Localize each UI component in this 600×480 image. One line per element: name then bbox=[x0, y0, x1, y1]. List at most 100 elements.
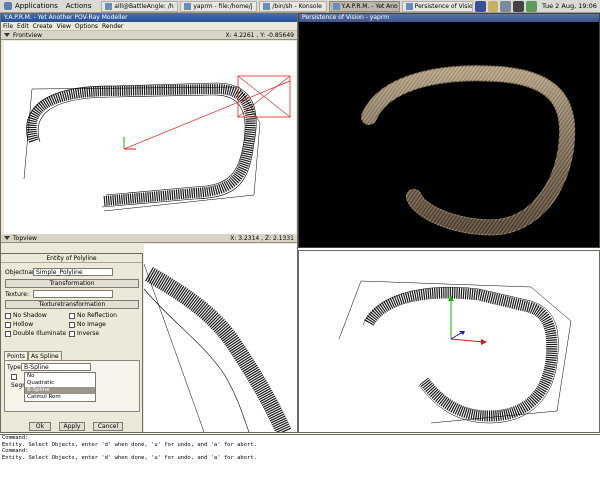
list-item[interactable]: Catmul Rom bbox=[25, 394, 95, 401]
topview-wireframe bbox=[144, 263, 292, 432]
checkbox-label: No Shadow bbox=[13, 312, 47, 319]
texturetransformation-button[interactable]: Texturetransformation bbox=[5, 300, 139, 309]
applications-menu-label: Applications bbox=[15, 1, 58, 10]
terminal-icon bbox=[105, 2, 113, 10]
list-item-selected[interactable]: B-Spline bbox=[25, 387, 95, 394]
menu-file[interactable]: File bbox=[1, 22, 15, 30]
checkbox-box[interactable] bbox=[69, 312, 75, 319]
double-illuminate-checkbox[interactable]: Double Illuminate bbox=[5, 330, 66, 337]
taskbar-item-label: Y.A.P.R.M. - Yet Ano bbox=[341, 2, 398, 10]
no-reflection-checkbox[interactable]: No Reflection bbox=[69, 312, 117, 319]
actions-menu[interactable]: Actions bbox=[62, 0, 96, 12]
objectname-field[interactable]: Simple_Polyline bbox=[33, 268, 113, 276]
checkbox-box[interactable] bbox=[5, 321, 11, 328]
cancel-button[interactable]: Cancel bbox=[93, 422, 123, 431]
console-line: Entity. Select Objects, enter 'd' when d… bbox=[2, 441, 257, 448]
objectname-label: Objectname: bbox=[5, 268, 44, 276]
transformation-button[interactable]: Transformation bbox=[5, 279, 139, 288]
foot-icon bbox=[4, 2, 12, 10]
menu-options[interactable]: Options bbox=[73, 22, 100, 30]
folder-icon bbox=[184, 2, 192, 10]
menu-create[interactable]: Create bbox=[31, 22, 55, 30]
taskbar-item-label: alll@BattleAngle: /h bbox=[114, 2, 174, 10]
checkbox-label: No Image bbox=[77, 321, 106, 328]
list-item[interactable]: Quadratic bbox=[25, 380, 95, 387]
yaprm-icon bbox=[332, 2, 340, 10]
hollow-checkbox[interactable]: Hollow bbox=[5, 321, 33, 328]
topview-header: Topview X: 3.2314 , Z: 2.1331 bbox=[1, 234, 297, 243]
taskbar-item-povray[interactable]: Persistence of Visio bbox=[401, 0, 473, 12]
mail-icon[interactable] bbox=[500, 0, 512, 12]
checkbox-box[interactable] bbox=[69, 321, 75, 328]
menu-view[interactable]: View bbox=[55, 22, 73, 30]
list-item[interactable]: No bbox=[25, 373, 95, 380]
checkbox-label: No Reflection bbox=[77, 312, 117, 319]
topview-viewport[interactable] bbox=[144, 244, 297, 432]
axis-gizmo bbox=[448, 295, 487, 345]
volume-icon[interactable] bbox=[513, 0, 525, 12]
frontview-label: Frontview bbox=[13, 31, 42, 39]
entity-dialog: Entity of Polyline Objectname: Simple_Po… bbox=[0, 253, 143, 433]
frontview-viewport[interactable] bbox=[4, 41, 296, 234]
perspective-wireframe bbox=[338, 280, 572, 424]
no-shadow-checkbox[interactable]: No Shadow bbox=[5, 312, 47, 319]
taskbar-item-filemanager[interactable]: yaprm - file:/home/j bbox=[180, 0, 258, 12]
menu-render[interactable]: Render bbox=[100, 22, 125, 30]
menu-edit[interactable]: Edit bbox=[15, 22, 31, 30]
perspective-canvas bbox=[338, 280, 572, 424]
dialog-tabs: Points As Spline bbox=[4, 351, 62, 360]
checkbox-label: Double Illuminate bbox=[13, 330, 67, 337]
actions-menu-label: Actions bbox=[65, 1, 92, 10]
taskbar-item-label: yaprm - file:/home/j bbox=[193, 2, 253, 10]
frontview-header: Frontview X: 4.2261 , Y: -0.85649 bbox=[1, 31, 297, 40]
checkbox-label: Inverse bbox=[77, 330, 100, 337]
taskbar-item-label: Persistence of Visio bbox=[414, 2, 473, 10]
tab-as-spline[interactable]: As Spline bbox=[28, 351, 62, 360]
chevron-down-icon[interactable] bbox=[4, 236, 10, 240]
applications-menu[interactable]: Applications bbox=[0, 0, 62, 12]
taskbar-item-konsole[interactable]: /bin/sh - Konsole bbox=[259, 0, 327, 12]
topview-coords: X: 3.2314 , Z: 2.1331 bbox=[230, 235, 294, 242]
spline-type-list[interactable]: No Quadratic B-Spline Catmul Rom bbox=[24, 372, 96, 402]
frontview-coords: X: 4.2261 , Y: -0.85649 bbox=[225, 32, 294, 39]
network-icon[interactable] bbox=[474, 0, 486, 12]
type-label: Type bbox=[7, 363, 21, 371]
topview-label: Topview bbox=[13, 234, 37, 242]
type-select[interactable]: B-Spline bbox=[21, 363, 91, 371]
checkbox-box[interactable] bbox=[5, 330, 11, 337]
segments-checkbox[interactable] bbox=[11, 374, 17, 380]
panel-clock[interactable]: Tue 2 Aug, 19:06 bbox=[539, 2, 600, 10]
console-line: Command: bbox=[2, 448, 29, 455]
window-title: Y.A.P.R.M. - Yet Another POV-Ray Modelle… bbox=[1, 14, 297, 22]
povray-icon bbox=[405, 2, 413, 10]
checkbox-box[interactable] bbox=[69, 330, 75, 337]
taskbar-item-label: /bin/sh - Konsole bbox=[272, 2, 322, 10]
axis-gizmo bbox=[123, 137, 136, 150]
chevron-down-icon[interactable] bbox=[4, 33, 10, 37]
notes-icon[interactable] bbox=[487, 0, 499, 12]
console-line: Command: bbox=[2, 435, 29, 441]
perspective-viewport[interactable] bbox=[298, 250, 600, 433]
top-panel: Applications Actions alll@BattleAngle: /… bbox=[0, 0, 600, 13]
frontview-canvas bbox=[23, 75, 291, 212]
taskbar-item-terminal[interactable]: alll@BattleAngle: /h bbox=[101, 0, 179, 12]
taskbar-item-yaprm[interactable]: Y.A.P.R.M. - Yet Ano bbox=[328, 0, 400, 12]
apply-button[interactable]: Apply bbox=[59, 422, 85, 431]
texture-label: Texture: bbox=[5, 290, 29, 298]
texture-field[interactable] bbox=[33, 290, 113, 298]
monitor-icon[interactable] bbox=[526, 0, 538, 12]
ok-button[interactable]: Ok bbox=[29, 422, 51, 431]
render-window: Persistence of Vision - yaprm bbox=[298, 13, 600, 248]
inverse-checkbox[interactable]: Inverse bbox=[69, 330, 99, 337]
command-console[interactable]: Command: Entity. Select Objects, enter '… bbox=[0, 434, 600, 480]
checkbox-label: Hollow bbox=[13, 321, 34, 328]
menu-bar: File Edit Create View Options Render bbox=[1, 22, 297, 31]
topview-canvas bbox=[144, 263, 292, 432]
tab-points[interactable]: Points bbox=[4, 351, 29, 360]
checkbox-box[interactable] bbox=[5, 312, 11, 319]
console-line: Entity. Select Objects, enter 'd' when d… bbox=[2, 454, 257, 461]
frontview-wireframe bbox=[23, 82, 261, 212]
dialog-title: Entity of Polyline bbox=[1, 254, 142, 263]
rendered-tube bbox=[361, 65, 576, 236]
no-image-checkbox[interactable]: No Image bbox=[69, 321, 106, 328]
